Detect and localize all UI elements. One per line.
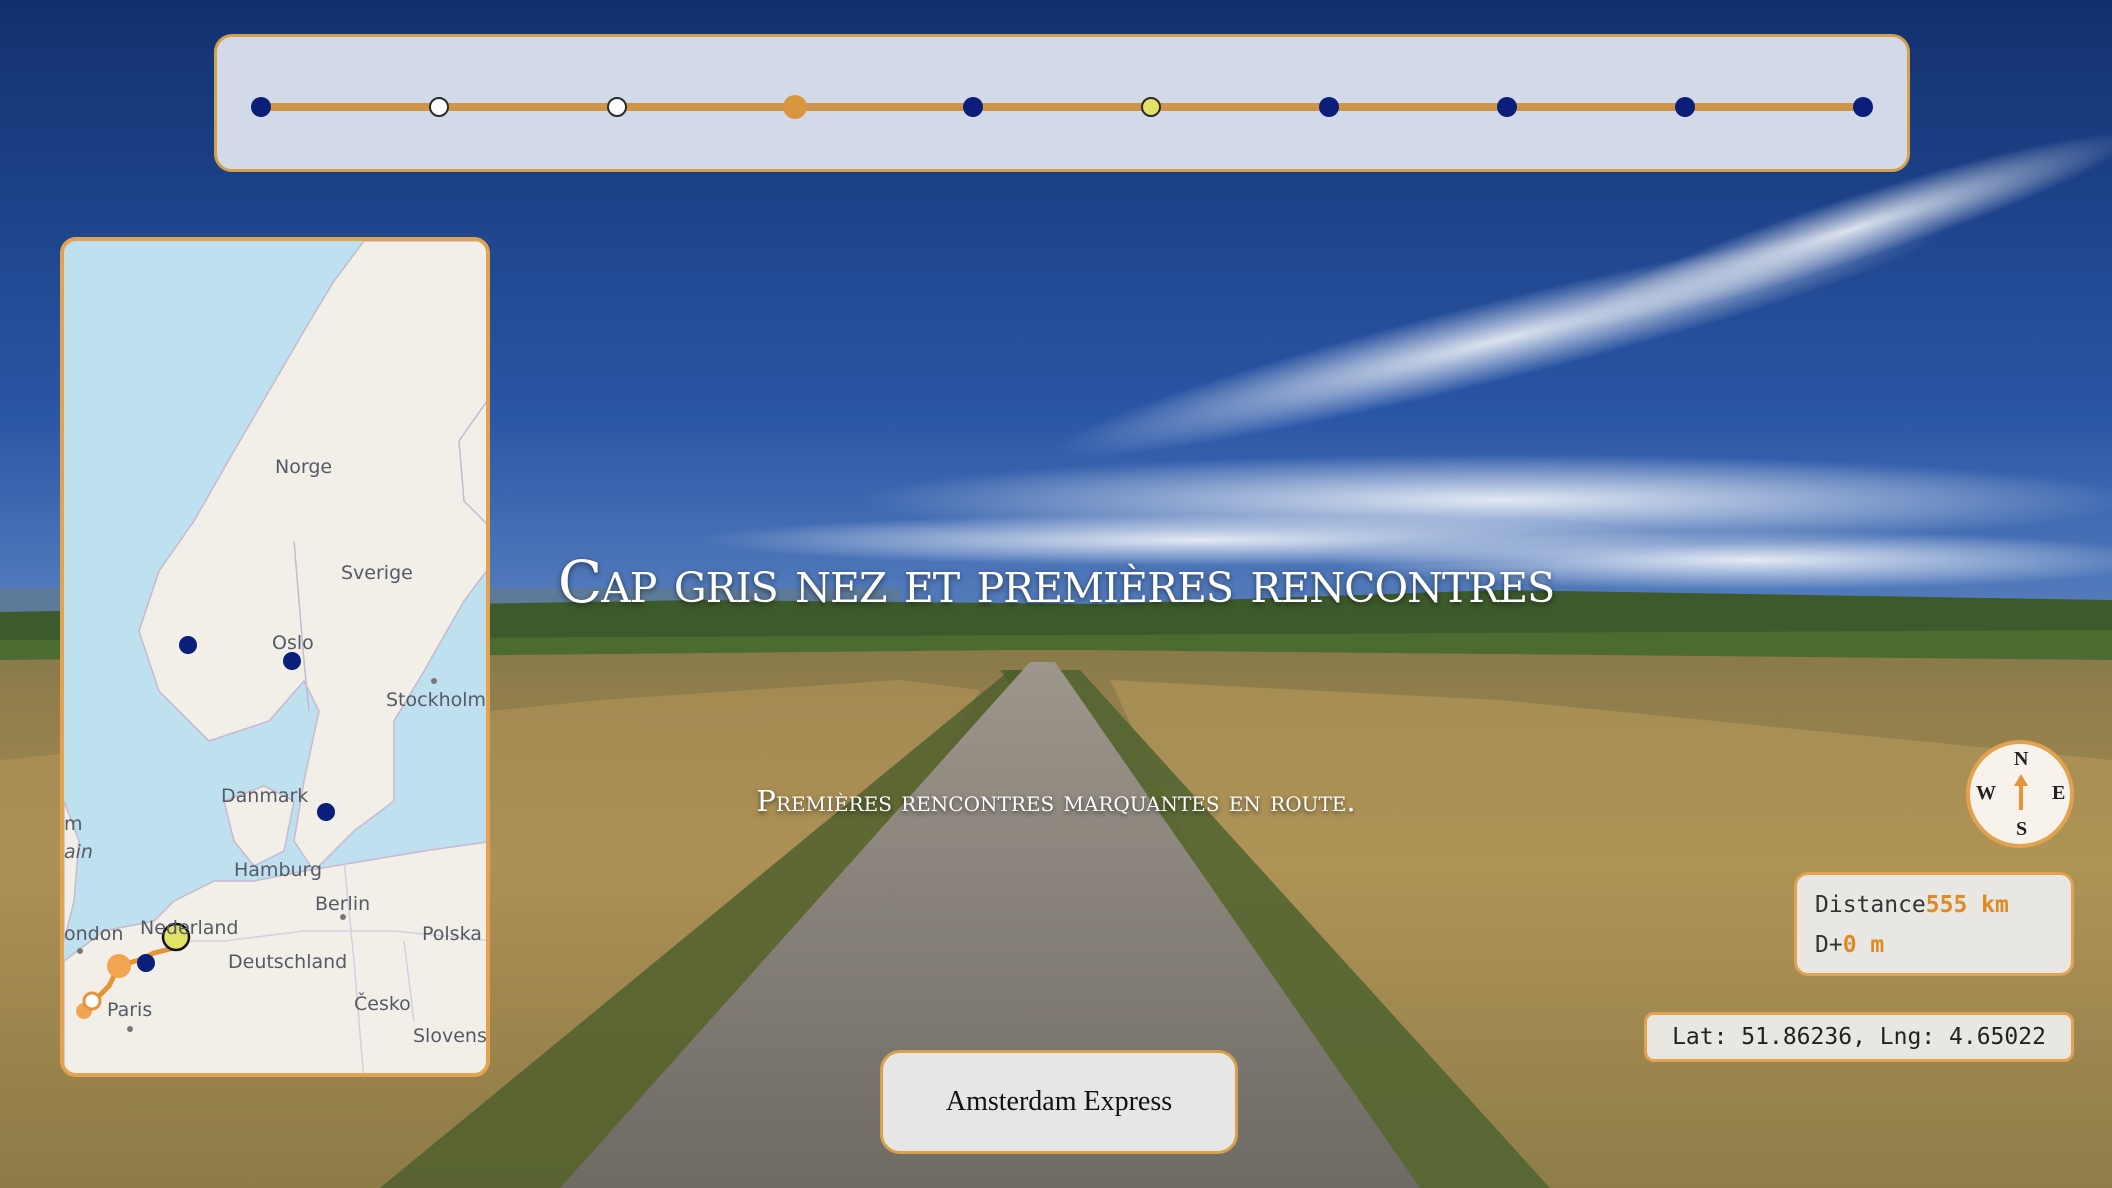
distance-row: Distance555 km	[1815, 885, 2071, 925]
compass: N S E W	[1966, 740, 2074, 848]
timeline-stop-9[interactable]	[1675, 97, 1695, 117]
timeline-track	[261, 103, 1863, 111]
timeline-stop-6[interactable]	[1141, 97, 1161, 117]
compass-north: N	[2014, 748, 2029, 770]
map-label-slovensko: Slovens	[413, 1025, 487, 1047]
map-label-cesko: Česko	[354, 993, 411, 1015]
timeline-stop-8[interactable]	[1497, 97, 1517, 117]
timeline-stop-7[interactable]	[1319, 97, 1339, 117]
amsterdam-express-button[interactable]: Amsterdam Express	[880, 1050, 1238, 1154]
map-label-nederland: Nederland	[140, 917, 239, 939]
timeline-stop-3[interactable]	[607, 97, 627, 117]
timeline-stop-4[interactable]	[783, 95, 807, 119]
elevation-label: D+	[1815, 932, 1843, 958]
distance-value: 555 km	[1925, 892, 2009, 918]
map-label-norge: Norge	[275, 456, 333, 478]
map-label-paris: Paris	[107, 999, 153, 1021]
coordinates-readout: Lat: 51.86236, Lng: 4.65022	[1644, 1012, 2074, 1062]
map-label-danmark: Danmark	[221, 785, 309, 807]
map-label-polska: Polska	[422, 923, 482, 945]
journey-timeline	[214, 34, 1910, 172]
map-label-m: m	[64, 813, 83, 835]
map-label-sverige: Sverige	[341, 562, 413, 584]
map-label-berlin: Berlin	[315, 893, 371, 915]
elevation-row: D+0 m	[1815, 925, 2071, 965]
compass-west: W	[1976, 782, 1996, 804]
map-label-oslo: Oslo	[272, 632, 314, 654]
timeline-stop-10[interactable]	[1853, 97, 1873, 117]
map-label-hamburg: Hamburg	[234, 859, 323, 881]
elevation-value: 0 m	[1842, 932, 1885, 958]
timeline-stop-1[interactable]	[251, 97, 271, 117]
distance-label: Distance	[1815, 892, 1926, 918]
map-label-deutschland: Deutschland	[228, 951, 348, 973]
map-label-london: ondon	[64, 923, 124, 945]
map-label-ain: ain	[64, 841, 93, 863]
map-label-stockholm: Stockholm	[386, 689, 487, 711]
compass-east: E	[2052, 782, 2066, 804]
timeline-stop-2[interactable]	[429, 97, 449, 117]
route-stats-panel: Distance555 km D+0 m	[1794, 872, 2074, 976]
route-minimap[interactable]: Norge Sverige Oslo Stockholm Danmark Ham…	[60, 237, 490, 1077]
compass-south: S	[2016, 818, 2028, 840]
north-arrow-icon	[2014, 774, 2028, 810]
timeline-stop-5[interactable]	[963, 97, 983, 117]
